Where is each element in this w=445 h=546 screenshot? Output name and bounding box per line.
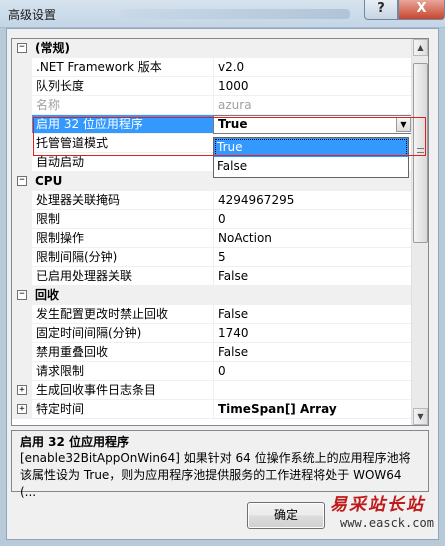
property-name: 固定时间间隔(分钟): [32, 324, 213, 343]
property-rows: − (常规) .NET Framework 版本 v2.0 队列长度 1000 名称 azur…: [12, 39, 413, 419]
property-name: 限制间隔(分钟): [32, 248, 213, 267]
category-label: CPU: [35, 174, 63, 188]
watermark-url: www.easck.com: [340, 516, 434, 530]
row-gutter: +: [12, 400, 32, 419]
property-value[interactable]: NoAction: [213, 229, 413, 248]
category-label: 回收: [35, 288, 60, 302]
grip-icon: [417, 148, 424, 156]
property-name: 处理器关联掩码: [32, 191, 213, 210]
description-title: 启用 32 位应用程序: [20, 435, 130, 449]
category-label: (常规): [35, 41, 70, 55]
help-button[interactable]: ?: [364, 0, 398, 20]
site-watermark: 易采站长站 www.easck.com: [326, 494, 445, 546]
row-gutter: [12, 153, 32, 172]
expand-icon[interactable]: +: [17, 385, 27, 395]
property-value[interactable]: 0: [213, 362, 413, 381]
vertical-scrollbar[interactable]: ▲ ▼: [411, 39, 428, 425]
row-gutter: [12, 134, 32, 153]
property-row[interactable]: .NET Framework 版本 v2.0: [12, 58, 413, 77]
property-name: .NET Framework 版本: [32, 58, 213, 77]
property-value[interactable]: False: [213, 267, 413, 286]
property-value[interactable]: TimeSpan[] Array: [213, 400, 413, 419]
property-name: 生成回收事件日志条目: [32, 381, 213, 400]
property-row[interactable]: 限制操作 NoAction: [12, 229, 413, 248]
row-gutter: [12, 267, 32, 286]
property-name: 限制: [32, 210, 213, 229]
property-row[interactable]: 限制间隔(分钟) 5: [12, 248, 413, 267]
ok-button[interactable]: 确定: [247, 502, 325, 529]
property-name: 限制操作: [32, 229, 213, 248]
property-name: 名称: [32, 96, 213, 115]
expand-icon[interactable]: +: [17, 404, 27, 414]
property-value[interactable]: False: [213, 305, 413, 324]
property-name: 启用 32 位应用程序: [32, 115, 213, 134]
dropdown-option-false[interactable]: False: [214, 157, 408, 176]
property-name: 已启用处理器关联: [32, 267, 213, 286]
property-row[interactable]: 固定时间间隔(分钟) 1740: [12, 324, 413, 343]
property-value[interactable]: 1000: [213, 77, 413, 96]
value-combobox[interactable]: True ▼: [213, 115, 413, 134]
dropdown-arrow-icon[interactable]: ▼: [396, 117, 411, 132]
property-value[interactable]: v2.0: [213, 58, 413, 77]
collapse-toggle-icon[interactable]: −: [17, 176, 27, 186]
row-gutter: [12, 58, 32, 77]
row-gutter: +: [12, 381, 32, 400]
property-row[interactable]: 请求限制 0: [12, 362, 413, 381]
property-name: 请求限制: [32, 362, 213, 381]
row-gutter: [12, 191, 32, 210]
property-name: 特定时间: [32, 400, 213, 419]
row-gutter: [12, 362, 32, 381]
row-gutter: [12, 248, 32, 267]
scroll-thumb[interactable]: [413, 63, 428, 243]
property-name: 禁用重叠回收: [32, 343, 213, 362]
property-name: 托管管道模式: [32, 134, 213, 153]
window-title: 高级设置: [8, 8, 57, 22]
row-gutter: [12, 343, 32, 362]
property-name: 发生配置更改时禁止回收: [32, 305, 213, 324]
row-gutter: [12, 305, 32, 324]
property-name: 队列长度: [32, 77, 213, 96]
combobox-value: True: [218, 117, 248, 131]
collapse-toggle-icon[interactable]: −: [17, 43, 27, 53]
row-gutter: [12, 210, 32, 229]
property-row[interactable]: + 特定时间 TimeSpan[] Array: [12, 400, 413, 419]
row-gutter: [12, 229, 32, 248]
property-value[interactable]: False: [213, 343, 413, 362]
collapse-toggle-icon[interactable]: −: [17, 290, 27, 300]
property-value[interactable]: [213, 381, 413, 400]
property-name: 自动启动: [32, 153, 213, 172]
property-value[interactable]: azura: [213, 96, 413, 115]
property-row[interactable]: 发生配置更改时禁止回收 False: [12, 305, 413, 324]
property-grid[interactable]: − (常规) .NET Framework 版本 v2.0 队列长度 1000 名称 azur…: [11, 38, 429, 426]
row-gutter: [12, 324, 32, 343]
title-bar: 高级设置 ? X: [0, 0, 445, 28]
property-row[interactable]: 限制 0: [12, 210, 413, 229]
scroll-up-arrow-icon[interactable]: ▲: [413, 39, 428, 56]
property-value[interactable]: 4294967295: [213, 191, 413, 210]
watermark-text: 易采站长站: [330, 495, 425, 515]
property-row[interactable]: 队列长度 1000: [12, 77, 413, 96]
value-dropdown-list[interactable]: True False: [213, 137, 409, 178]
row-gutter: [12, 96, 32, 115]
description-panel: 启用 32 位应用程序 [enable32BitAppOnWin64] 如果针对…: [11, 430, 429, 499]
property-row[interactable]: 禁用重叠回收 False: [12, 343, 413, 362]
property-value[interactable]: 0: [213, 210, 413, 229]
property-value[interactable]: 1740: [213, 324, 413, 343]
property-value[interactable]: 5: [213, 248, 413, 267]
property-row[interactable]: 启用 32 位应用程序 True ▼: [12, 115, 413, 134]
category-row[interactable]: − 回收: [12, 286, 413, 305]
close-button[interactable]: X: [398, 0, 445, 20]
row-gutter: [12, 115, 32, 134]
scroll-down-arrow-icon[interactable]: ▼: [413, 408, 428, 425]
property-row[interactable]: + 生成回收事件日志条目: [12, 381, 413, 400]
row-gutter: [12, 77, 32, 96]
property-row[interactable]: 名称 azura: [12, 96, 413, 115]
blurred-title-text: [120, 9, 350, 19]
category-row[interactable]: − (常规): [12, 39, 413, 58]
property-row[interactable]: 处理器关联掩码 4294967295: [12, 191, 413, 210]
property-row[interactable]: 已启用处理器关联 False: [12, 267, 413, 286]
dropdown-option-true[interactable]: True: [214, 138, 408, 157]
